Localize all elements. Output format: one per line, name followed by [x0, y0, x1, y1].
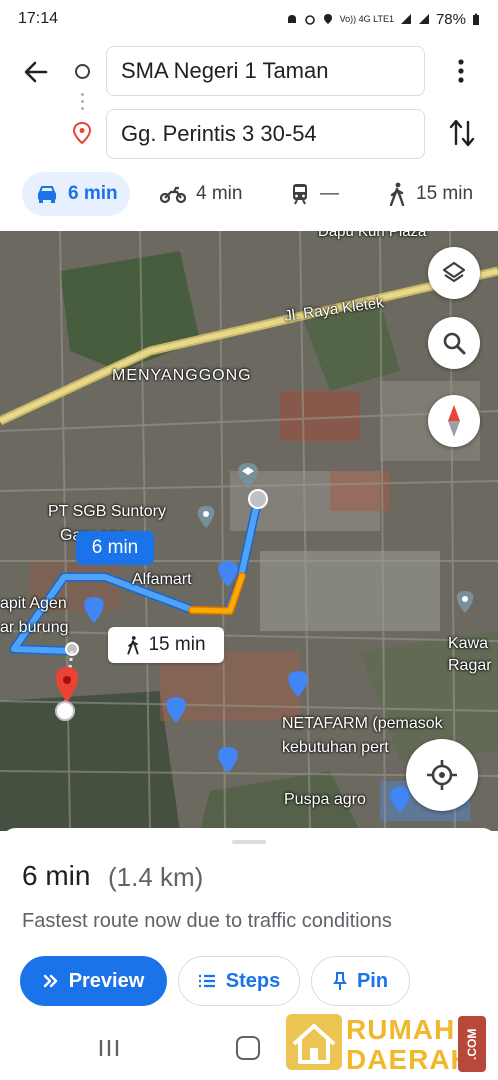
status-time: 17:14 — [18, 10, 59, 27]
map-label-puspa: Puspa agro — [284, 791, 366, 808]
directions-header: SMA Negeri 1 Taman Gg. Perintis 3 30-54 — [0, 38, 498, 168]
layers-icon — [442, 261, 466, 283]
preview-label: Preview — [68, 969, 145, 992]
status-bar: 17:14 Vo)) 4G LTE1 78% — [0, 0, 498, 38]
origin-dot-icon — [75, 64, 90, 79]
summary-time: 6 min — [22, 860, 91, 891]
map-label-alfamart: Alfamart — [132, 571, 192, 588]
mode-walk-label: 15 min — [416, 183, 474, 204]
network-label: Vo)) 4G LTE1 — [339, 14, 394, 24]
map-label-agen: apit Agen — [0, 595, 67, 612]
map-view[interactable]: Dapu Kuri Plaza Jl. Raya Kletek MENYANGG… — [0, 231, 498, 831]
house-logo-icon — [286, 1014, 342, 1070]
map-label-netafarm-2: kebutuhan pert — [282, 739, 389, 756]
route-time-chip[interactable]: 6 min — [76, 531, 154, 565]
back-arrow-icon[interactable] — [20, 56, 52, 88]
mode-transit-label: — — [320, 183, 339, 204]
more-options-icon[interactable] — [448, 56, 474, 86]
battery-icon — [473, 13, 479, 25]
pin-label: Pin — [356, 969, 389, 992]
walk-chip-label: 15 min — [148, 634, 206, 655]
layers-button[interactable] — [428, 247, 480, 299]
swap-icon[interactable] — [448, 116, 476, 150]
preview-button[interactable]: Preview — [20, 956, 167, 1006]
mode-drive-label: 6 min — [68, 183, 118, 204]
route-dots-connector — [81, 91, 84, 113]
watermark-logo: RUMAH DAERAH .COM — [286, 1010, 492, 1075]
status-icons: Vo)) 4G LTE1 78% — [286, 11, 480, 28]
travel-modes: 6 min 4 min — 15 min — [0, 172, 498, 220]
pin-icon — [333, 972, 347, 990]
search-button[interactable] — [428, 317, 480, 369]
map-label-menyanggong: MENYANGGONG — [112, 367, 252, 384]
battery-percent: 78% — [435, 10, 466, 28]
map-label-pt-sgb: PT SGB Suntory — [48, 503, 166, 520]
my-location-button[interactable] — [406, 739, 478, 811]
signal-icon — [400, 14, 411, 24]
map-label-kawasan: Kawa — [448, 635, 489, 652]
signal-icon-2 — [418, 14, 429, 24]
location-icon — [323, 14, 332, 24]
dnd-icon — [287, 15, 296, 23]
alarm-icon — [304, 15, 315, 25]
walk-time-chip[interactable]: 15 min — [108, 627, 224, 663]
map-label-kawasan-2: Ragar — [448, 657, 492, 674]
search-icon — [443, 332, 466, 355]
summary-distance: (1.4 km) — [108, 862, 204, 892]
destination-pin-icon — [72, 122, 92, 144]
origin-input[interactable]: SMA Negeri 1 Taman — [106, 46, 425, 96]
walking-icon — [389, 182, 405, 206]
steps-button[interactable]: Steps — [178, 956, 300, 1006]
compass-icon — [448, 405, 460, 437]
recent-apps-icon[interactable] — [98, 1038, 120, 1058]
mode-drive-tab[interactable]: 6 min — [22, 172, 130, 216]
my-location-icon — [427, 760, 457, 790]
double-chevron-icon — [43, 974, 57, 988]
watermark-suffix: .COM — [458, 1016, 486, 1072]
train-icon — [293, 184, 307, 205]
watermark-line1: RUMAH — [346, 1014, 456, 1045]
home-icon[interactable] — [236, 1036, 260, 1060]
map-label-plaza: Dapu Kuri Plaza — [318, 231, 427, 240]
mode-walk-tab[interactable]: 15 min — [388, 172, 473, 216]
mode-motorcycle-tab[interactable]: 4 min — [160, 172, 242, 216]
sheet-drag-handle[interactable] — [232, 840, 266, 844]
map-label-netafarm: NETAFARM (pemasok — [282, 715, 443, 732]
car-icon — [38, 186, 56, 203]
mode-transit-tab[interactable]: — — [290, 172, 339, 216]
summary-description: Fastest route now due to traffic conditi… — [22, 910, 392, 932]
mode-motorcycle-label: 4 min — [196, 183, 243, 204]
pin-button[interactable]: Pin — [311, 956, 410, 1006]
list-icon — [198, 974, 215, 988]
walking-icon — [127, 636, 140, 655]
compass-button[interactable] — [428, 395, 480, 447]
map-label-agen-2: ar burung — [0, 619, 69, 636]
motorcycle-icon — [160, 186, 186, 204]
watermark-line2: DAERAH — [346, 1044, 472, 1075]
destination-input[interactable]: Gg. Perintis 3 30-54 — [106, 109, 425, 159]
steps-label: Steps — [225, 969, 281, 992]
